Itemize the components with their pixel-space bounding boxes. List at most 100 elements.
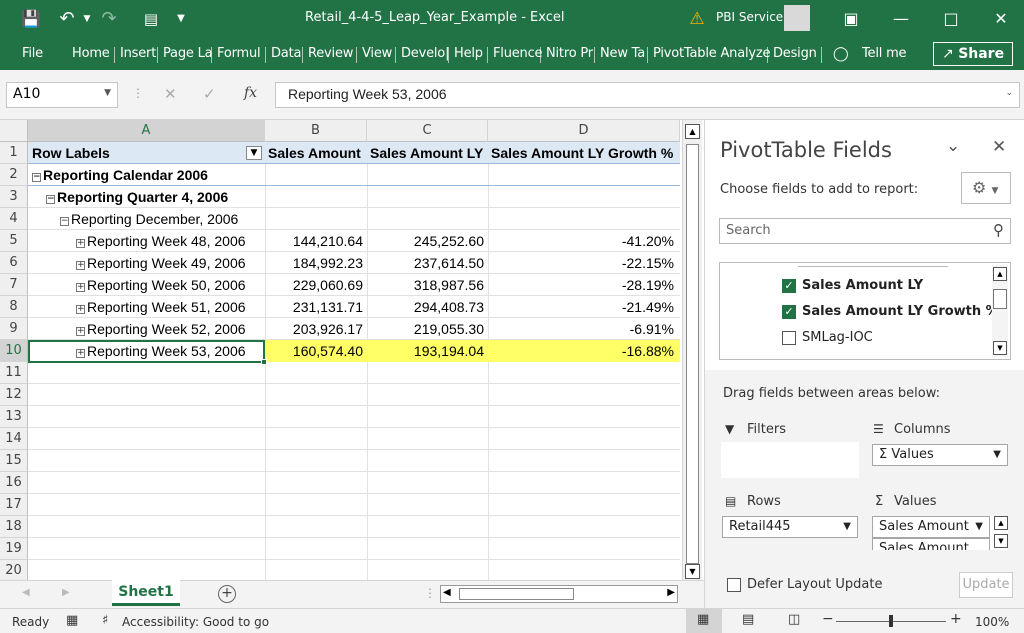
scroll-down-icon[interactable]: ▼ bbox=[685, 564, 700, 579]
growth-cell[interactable]: -21.49% bbox=[488, 296, 678, 318]
h-scroll-thumb[interactable] bbox=[459, 588, 574, 600]
row-header[interactable]: 13 bbox=[0, 406, 28, 428]
growth-cell[interactable]: -22.15% bbox=[488, 252, 678, 274]
column-header-a[interactable]: A bbox=[28, 120, 265, 142]
values-field[interactable]: Sales Amount ▼ bbox=[872, 516, 990, 538]
pane-close-icon[interactable]: ✕ bbox=[992, 137, 1006, 157]
table-row[interactable]: + Reporting Week 52, 2006 bbox=[76, 318, 264, 340]
field-checkbox[interactable] bbox=[782, 331, 796, 345]
rows-field[interactable]: Retail445 ▼ bbox=[722, 516, 858, 538]
close-icon[interactable]: ✕ bbox=[990, 8, 1012, 30]
expand-icon[interactable]: + bbox=[76, 305, 85, 314]
field-scroll-down-icon[interactable]: ▼ bbox=[993, 341, 1007, 355]
table-row[interactable]: + Reporting Week 49, 2006 bbox=[76, 252, 264, 274]
prev-sheet-icon[interactable]: ◀ bbox=[22, 587, 30, 598]
save-icon[interactable]: 💾 bbox=[20, 8, 42, 30]
next-sheet-icon[interactable]: ▶ bbox=[62, 587, 70, 598]
table-row[interactable]: + Reporting Week 51, 2006 bbox=[76, 296, 264, 318]
tab-design[interactable]: Design bbox=[773, 46, 817, 61]
ribbon-display-icon[interactable]: ▣ bbox=[840, 8, 862, 30]
accessibility-icon[interactable]: ♯ bbox=[102, 613, 108, 628]
row-header[interactable]: 9 bbox=[0, 318, 28, 340]
undo-dropdown-icon[interactable]: ▼ bbox=[76, 8, 98, 30]
cancel-icon[interactable]: ✕ bbox=[164, 85, 177, 103]
share-button[interactable]: ↗ Share bbox=[933, 42, 1013, 66]
sales-amount-ly-cell[interactable]: 237,614.50 bbox=[367, 252, 488, 274]
accessibility-status[interactable]: Accessibility: Good to go bbox=[122, 615, 269, 629]
values-field[interactable]: Sales Amount bbox=[872, 538, 990, 550]
minimize-icon[interactable]: — bbox=[890, 8, 912, 30]
field-checkbox[interactable]: ✓ bbox=[782, 279, 796, 293]
enter-icon[interactable]: ✓ bbox=[203, 85, 216, 103]
row-header[interactable]: 18 bbox=[0, 516, 28, 538]
scroll-right-icon[interactable]: ▶ bbox=[667, 587, 675, 598]
spreadsheet-grid[interactable]: A B C D 1 2 3 4 5 6 7 8 9 10 11 12 13 14… bbox=[0, 120, 680, 580]
scroll-left-icon[interactable]: ◀ bbox=[443, 587, 451, 598]
expand-icon[interactable]: + bbox=[76, 283, 85, 292]
field-checkbox[interactable]: ✓ bbox=[782, 305, 796, 319]
normal-view-button[interactable]: ▦ bbox=[686, 609, 722, 633]
tab-pivottable-analyze[interactable]: PivotTable Analyze bbox=[653, 46, 770, 61]
growth-cell[interactable]: -28.19% bbox=[488, 274, 678, 296]
horizontal-scrollbar[interactable]: ◀ ▶ bbox=[440, 585, 678, 603]
sales-amount-ly-cell[interactable]: 318,987.56 bbox=[367, 274, 488, 296]
tab-nitro[interactable]: Nitro Pr bbox=[546, 46, 593, 61]
row-header[interactable]: 16 bbox=[0, 472, 28, 494]
sheet-tab-sheet1[interactable]: Sheet1 bbox=[112, 580, 180, 606]
tab-file[interactable]: File bbox=[22, 46, 43, 61]
field-list-scrollbar[interactable]: ▲ ▼ bbox=[992, 265, 1008, 357]
tab-help[interactable]: Help bbox=[454, 46, 483, 61]
row-header[interactable]: 12 bbox=[0, 384, 28, 406]
columns-values-field[interactable]: Σ Values ▼ bbox=[872, 444, 1008, 466]
tab-data[interactable]: Data bbox=[271, 46, 301, 61]
select-all[interactable] bbox=[0, 120, 28, 142]
sales-amount-ly-cell[interactable]: 294,408.73 bbox=[367, 296, 488, 318]
field-search-input[interactable]: Search ⚲ bbox=[719, 218, 1011, 244]
sales-amount-cell[interactable]: 144,210.64 bbox=[265, 230, 367, 252]
filter-icon[interactable]: ▼ bbox=[246, 146, 262, 160]
sales-amount-ly-cell[interactable]: 193,194.04 bbox=[367, 340, 488, 362]
sales-amount-ly-header[interactable]: Sales Amount LY bbox=[370, 142, 487, 164]
row-header[interactable]: 8 bbox=[0, 296, 28, 318]
expand-icon[interactable]: + bbox=[76, 239, 85, 248]
vertical-scrollbar[interactable]: ▲ ▼ bbox=[682, 120, 702, 580]
month-row[interactable]: − Reporting December, 2006 bbox=[60, 208, 262, 230]
macro-icon[interactable]: ▦ bbox=[66, 613, 78, 628]
quarter-row[interactable]: − Reporting Quarter 4, 2006 bbox=[46, 186, 262, 208]
table-row[interactable]: + Reporting Week 50, 2006 bbox=[76, 274, 264, 296]
redo-icon[interactable]: ↷ bbox=[98, 8, 120, 30]
zoom-out-icon[interactable]: − bbox=[822, 611, 834, 627]
name-box[interactable]: A10 ▼ bbox=[6, 82, 118, 108]
field-label[interactable]: SMLag-IOC bbox=[802, 330, 873, 345]
field-scroll-thumb[interactable] bbox=[993, 289, 1007, 309]
growth-cell[interactable]: -16.88% bbox=[488, 340, 678, 362]
column-header-d[interactable]: D bbox=[488, 120, 680, 142]
name-box-dropdown-icon[interactable]: ▼ bbox=[104, 88, 111, 98]
column-header-b[interactable]: B bbox=[265, 120, 367, 142]
tab-developer[interactable]: Develo| bbox=[401, 46, 449, 61]
field-label[interactable]: Sales Amount LY bbox=[802, 278, 923, 293]
defer-layout-checkbox[interactable] bbox=[727, 578, 741, 592]
row-header[interactable]: 6 bbox=[0, 252, 28, 274]
row-header[interactable]: 19 bbox=[0, 538, 28, 560]
tab-page-layout[interactable]: Page La bbox=[163, 46, 213, 61]
pane-options-chevron-icon[interactable]: ⌄ bbox=[946, 136, 960, 156]
tell-me[interactable]: Tell me bbox=[862, 46, 907, 61]
tools-button[interactable]: ⚙ ▼ bbox=[961, 172, 1011, 204]
undo-icon[interactable]: ↶ bbox=[56, 8, 78, 30]
collapse-icon[interactable]: − bbox=[32, 173, 41, 182]
formula-input[interactable]: Reporting Week 53, 2006 ⌄ bbox=[275, 82, 1020, 108]
tab-formulas[interactable]: Formul bbox=[217, 46, 261, 61]
sales-amount-header[interactable]: Sales Amount bbox=[268, 142, 366, 164]
row-labels-header[interactable]: Row Labels bbox=[32, 142, 252, 164]
page-break-icon[interactable]: ◫ bbox=[788, 612, 800, 627]
table-row[interactable]: + Reporting Week 53, 2006 bbox=[76, 340, 264, 362]
expand-icon[interactable]: + bbox=[76, 261, 85, 270]
values-scroll-up-icon[interactable]: ▲ bbox=[994, 516, 1008, 530]
row-header[interactable]: 4 bbox=[0, 208, 28, 230]
row-header[interactable]: 11 bbox=[0, 362, 28, 384]
zoom-in-icon[interactable]: + bbox=[950, 611, 962, 627]
scroll-up-icon[interactable]: ▲ bbox=[685, 124, 700, 139]
field-scroll-up-icon[interactable]: ▲ bbox=[993, 267, 1007, 281]
insert-function-icon[interactable]: fx bbox=[244, 85, 257, 101]
